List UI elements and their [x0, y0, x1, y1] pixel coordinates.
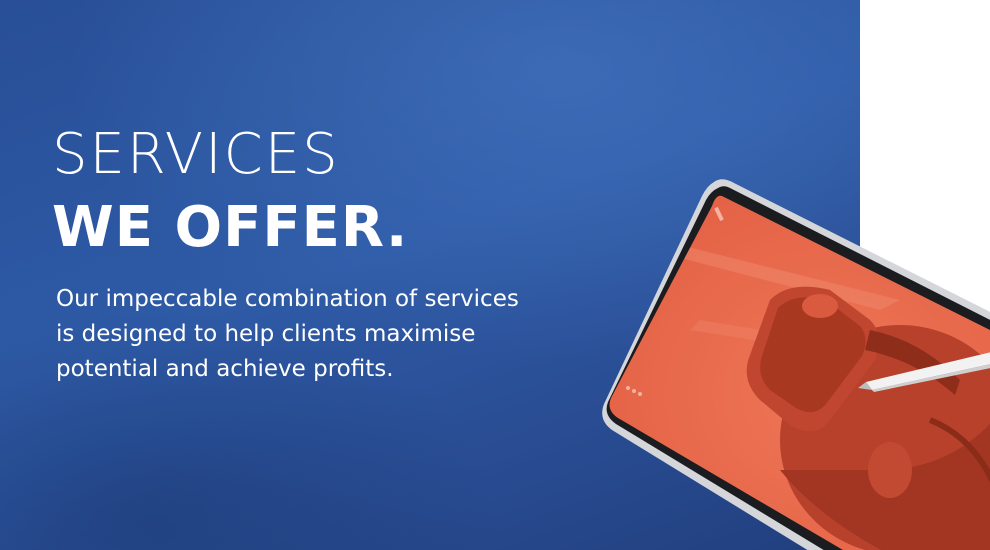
tablet-illustration [602, 179, 990, 550]
tablet-screen [609, 195, 990, 550]
